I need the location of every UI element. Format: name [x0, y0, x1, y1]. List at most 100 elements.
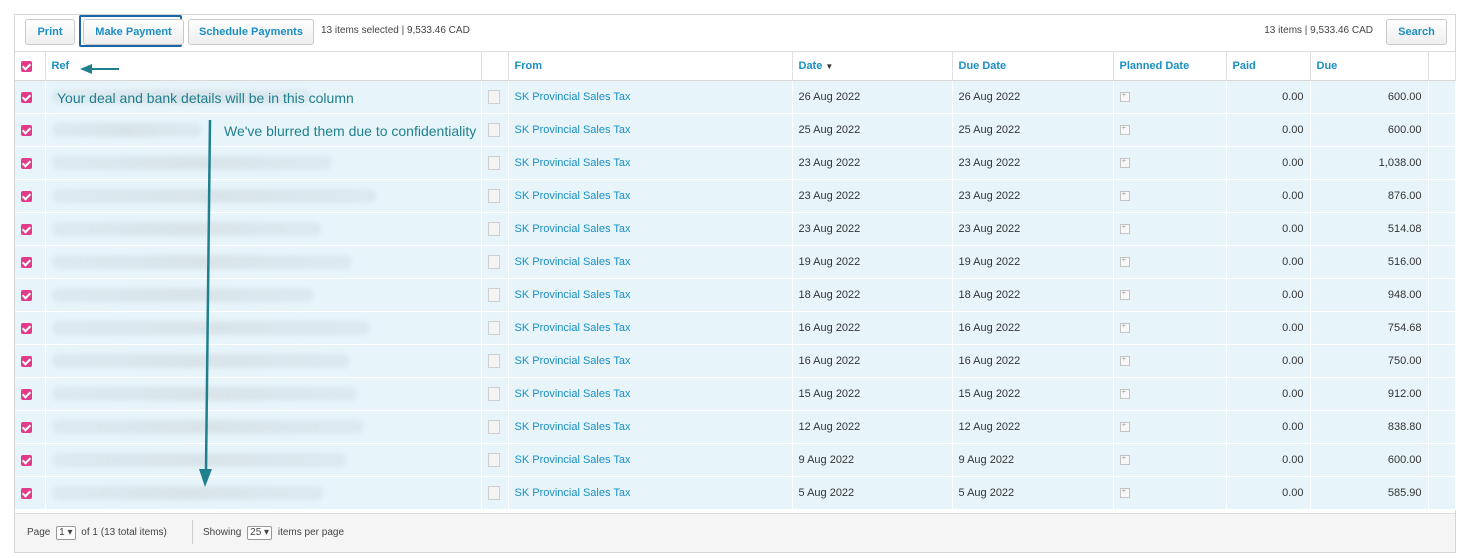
from-link[interactable]: SK Provincial Sales Tax — [515, 157, 631, 169]
select-all-checkbox[interactable] — [21, 60, 32, 72]
from-link[interactable]: SK Provincial Sales Tax — [515, 322, 631, 334]
row-checkbox[interactable] — [21, 124, 32, 136]
from-link[interactable]: SK Provincial Sales Tax — [515, 388, 631, 400]
row-checkbox[interactable] — [21, 322, 32, 334]
table-row[interactable]: SK Provincial Sales Tax 19 Aug 2022 19 Aug… — [15, 245, 1456, 279]
row-checkbox[interactable] — [21, 289, 32, 301]
per-page-label: items per page — [277, 527, 345, 538]
row-checkbox[interactable] — [21, 223, 32, 235]
row-select-cell — [15, 476, 46, 510]
document-icon[interactable] — [487, 387, 500, 401]
document-icon[interactable] — [487, 420, 500, 434]
table-row[interactable]: SK Provincial Sales Tax 23 Aug 2022 23 Aug… — [15, 212, 1456, 246]
print-button[interactable]: Print — [25, 19, 75, 45]
row-checkbox[interactable] — [21, 190, 32, 202]
row-checkbox[interactable] — [21, 355, 32, 367]
due-cell: 754.68 — [1310, 311, 1429, 345]
table-row[interactable]: SK Provincial Sales Tax 9 Aug 2022 9 Aug 2… — [15, 443, 1456, 477]
add-planned-date-icon[interactable] — [1119, 222, 1130, 235]
from-link[interactable]: SK Provincial Sales Tax — [515, 421, 631, 433]
document-icon[interactable] — [487, 453, 500, 467]
attachment-cell — [481, 344, 509, 378]
add-planned-date-icon[interactable] — [1119, 453, 1130, 466]
col-paid[interactable]: Paid — [1226, 52, 1311, 81]
row-checkbox[interactable] — [21, 91, 32, 103]
document-icon[interactable] — [487, 354, 500, 368]
page-of-label: of 1 (13 total items) — [81, 527, 167, 538]
make-payment-button[interactable]: Make Payment — [83, 19, 184, 45]
table-row[interactable]: SK Provincial Sales Tax 16 Aug 2022 16 Aug… — [15, 311, 1456, 345]
document-icon[interactable] — [487, 288, 500, 302]
from-link[interactable]: SK Provincial Sales Tax — [515, 124, 631, 136]
from-link[interactable]: SK Provincial Sales Tax — [515, 355, 631, 367]
document-icon[interactable] — [487, 321, 500, 335]
schedule-payments-button[interactable]: Schedule Payments — [188, 19, 314, 45]
row-select-cell — [15, 344, 46, 378]
from-link[interactable]: SK Provincial Sales Tax — [515, 223, 631, 235]
page-select[interactable]: 1 ▾ — [56, 526, 76, 540]
document-icon[interactable] — [487, 156, 500, 170]
table-row[interactable]: SK Provincial Sales Tax 23 Aug 2022 23 Aug… — [15, 179, 1456, 213]
page-select-value: 1 — [59, 527, 65, 538]
add-planned-date-icon[interactable] — [1119, 288, 1130, 301]
add-planned-date-icon[interactable] — [1119, 420, 1130, 433]
add-planned-date-icon[interactable] — [1119, 321, 1130, 334]
row-checkbox[interactable] — [21, 256, 32, 268]
row-checkbox[interactable] — [21, 487, 32, 499]
from-link[interactable]: SK Provincial Sales Tax — [515, 256, 631, 268]
row-select-cell — [15, 410, 46, 444]
document-icon[interactable] — [487, 486, 500, 500]
from-link[interactable]: SK Provincial Sales Tax — [515, 190, 631, 202]
document-icon[interactable] — [487, 123, 500, 137]
document-icon[interactable] — [487, 189, 500, 203]
col-date[interactable]: Date ▼ — [792, 52, 953, 81]
page-size-select[interactable]: 25 ▾ — [247, 526, 273, 540]
add-planned-date-icon[interactable] — [1119, 255, 1130, 268]
spacer-cell — [1428, 179, 1456, 213]
document-icon[interactable] — [487, 255, 500, 269]
col-from[interactable]: From — [508, 52, 793, 81]
document-icon[interactable] — [487, 222, 500, 236]
add-planned-date-icon[interactable] — [1119, 354, 1130, 367]
spacer-cell — [1428, 80, 1456, 114]
ref-cell — [45, 245, 482, 279]
col-due[interactable]: Due — [1310, 52, 1429, 81]
due-date-cell: 5 Aug 2022 — [952, 476, 1114, 510]
due-date-cell: 18 Aug 2022 — [952, 278, 1114, 312]
add-planned-date-icon[interactable] — [1119, 387, 1130, 400]
from-link[interactable]: SK Provincial Sales Tax — [515, 487, 631, 499]
table-row[interactable]: SK Provincial Sales Tax 5 Aug 2022 5 Aug 2… — [15, 476, 1456, 510]
col-ref[interactable]: Ref — [45, 52, 482, 81]
document-icon[interactable] — [487, 90, 500, 104]
table-row[interactable]: SK Provincial Sales Tax 15 Aug 2022 15 Aug… — [15, 377, 1456, 411]
table-row[interactable]: SK Provincial Sales Tax 18 Aug 2022 18 Aug… — [15, 278, 1456, 312]
table-row[interactable]: SK Provincial Sales Tax 23 Aug 2022 23 Aug… — [15, 146, 1456, 180]
search-button[interactable]: Search — [1386, 19, 1447, 45]
col-attachment — [481, 52, 509, 81]
paid-cell: 0.00 — [1226, 113, 1311, 147]
col-planned-date[interactable]: Planned Date — [1113, 52, 1227, 81]
row-checkbox[interactable] — [21, 421, 32, 433]
row-checkbox[interactable] — [21, 388, 32, 400]
ref-blurred-text — [51, 354, 350, 368]
table-row[interactable]: SK Provincial Sales Tax 16 Aug 2022 16 Aug… — [15, 344, 1456, 378]
add-planned-date-icon[interactable] — [1119, 189, 1130, 202]
row-checkbox[interactable] — [21, 454, 32, 466]
col-date-label: Date — [798, 60, 823, 72]
from-cell: SK Provincial Sales Tax — [508, 377, 793, 411]
from-link[interactable]: SK Provincial Sales Tax — [515, 91, 631, 103]
col-due-date[interactable]: Due Date — [952, 52, 1114, 81]
add-planned-date-icon[interactable] — [1119, 123, 1130, 136]
add-planned-date-icon[interactable] — [1119, 90, 1130, 103]
table-row[interactable]: SK Provincial Sales Tax 12 Aug 2022 12 Aug… — [15, 410, 1456, 444]
row-checkbox[interactable] — [21, 157, 32, 169]
spacer-cell — [1428, 311, 1456, 345]
from-link[interactable]: SK Provincial Sales Tax — [515, 454, 631, 466]
ref-blurred-text — [51, 486, 324, 500]
from-cell: SK Provincial Sales Tax — [508, 146, 793, 180]
ref-blurred-text — [51, 288, 314, 302]
add-planned-date-icon[interactable] — [1119, 486, 1130, 499]
from-link[interactable]: SK Provincial Sales Tax — [515, 289, 631, 301]
add-planned-date-icon[interactable] — [1119, 156, 1130, 169]
spacer-cell — [1428, 245, 1456, 279]
